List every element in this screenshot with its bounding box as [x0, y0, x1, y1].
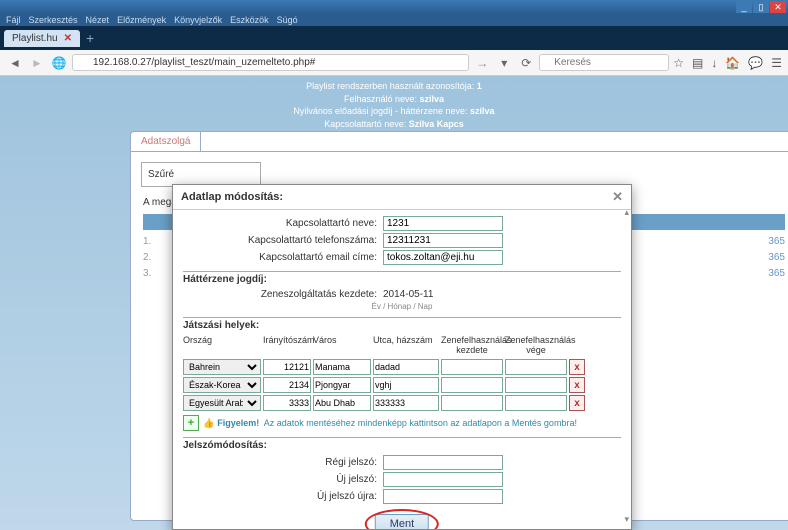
col-street: Utca, házszám	[373, 335, 439, 357]
download-icon[interactable]: ↓	[711, 56, 717, 70]
col-to: Zenefelhasználás vége	[505, 335, 567, 357]
delete-row-button-1[interactable]: x	[569, 377, 585, 393]
contact-phone-label: Kapcsolattartó telefonszáma:	[183, 235, 383, 246]
to-input-0[interactable]	[505, 359, 567, 375]
minimize-button[interactable]: _	[736, 1, 752, 13]
zip-input-0[interactable]	[263, 359, 311, 375]
col-from: Zenefelhasználás kezdete	[441, 335, 503, 357]
new-tab-button[interactable]: +	[86, 30, 94, 46]
menu-bookmarks[interactable]: Könyvjelzők	[174, 15, 222, 25]
zip-input-2[interactable]	[263, 395, 311, 411]
country-select-1[interactable]: Észak-Korea	[183, 377, 261, 393]
contact-name-input[interactable]	[383, 216, 503, 231]
maximize-button[interactable]: ▯	[753, 1, 769, 13]
dropdown-icon[interactable]: ▾	[495, 54, 513, 72]
service-start-label: Zeneszolgáltatás kezdete:	[183, 289, 383, 300]
new-pw-label: Új jelszó:	[183, 474, 383, 485]
from-input-0[interactable]	[441, 359, 503, 375]
password-legend: Jelszómódosítás:	[183, 440, 621, 451]
hamburger-menu-icon[interactable]: ☰	[771, 56, 782, 70]
zip-input-1[interactable]	[263, 377, 311, 393]
save-button[interactable]: Ment	[375, 514, 429, 529]
menu-history[interactable]: Előzmények	[117, 15, 166, 25]
new-pw-input[interactable]	[383, 472, 503, 487]
col-city: Város	[313, 335, 371, 357]
browser-tab-playlist[interactable]: Playlist.hu ✕	[4, 30, 80, 47]
list-icon[interactable]: ▤	[692, 56, 703, 70]
fee-legend: Háttérzene jogdíj:	[183, 274, 621, 285]
modal-title: Adatlap módosítás:	[181, 191, 283, 203]
menubar: Fájl Szerkesztés Nézet Előzmények Könyvj…	[0, 14, 788, 26]
date-format-hint: Év / Hónap / Nap	[183, 302, 621, 311]
to-input-1[interactable]	[505, 377, 567, 393]
country-select-2[interactable]: Egyesült Arab Em	[183, 395, 261, 411]
old-pw-input[interactable]	[383, 455, 503, 470]
add-row-button[interactable]: +	[183, 415, 199, 431]
address-bar: ◄ ► 🌐 → ▾ ⟳ ☆ ▤ ↓ 🏠 💬 ☰	[0, 50, 788, 76]
delete-row-button-2[interactable]: x	[569, 395, 585, 411]
contact-email-input[interactable]	[383, 250, 503, 265]
col-country: Ország	[183, 335, 261, 357]
new-pw-again-input[interactable]	[383, 489, 503, 504]
modal-header: Adatlap módosítás: ✕	[173, 185, 631, 210]
reload-arrow-icon[interactable]: →	[473, 54, 491, 72]
service-start-value: 2014-05-11	[383, 289, 433, 300]
save-warning: + 👍 Figyelem! Az adatok mentéséhez minde…	[183, 415, 621, 431]
menu-view[interactable]: Nézet	[86, 15, 110, 25]
modal-close-icon[interactable]: ✕	[612, 189, 623, 205]
menu-file[interactable]: Fájl	[6, 15, 21, 25]
browser-tabbar: Playlist.hu ✕ +	[0, 26, 788, 50]
reload-button[interactable]: ⟳	[517, 54, 535, 72]
delete-row-button-0[interactable]: x	[569, 359, 585, 375]
street-input-0[interactable]	[373, 359, 439, 375]
country-select-0[interactable]: Bahrein	[183, 359, 261, 375]
locations-legend: Játszási helyek:	[183, 320, 621, 331]
contact-name-label: Kapcsolattartó neve:	[183, 218, 383, 229]
info-banner: Playlist rendszerben használt azonosítój…	[0, 76, 788, 134]
locations-grid: Ország Irányítószám Város Utca, házszám …	[183, 335, 621, 411]
tab-close-icon[interactable]: ✕	[64, 33, 72, 44]
home-icon[interactable]: 🏠	[725, 56, 740, 70]
city-input-2[interactable]	[313, 395, 371, 411]
back-button[interactable]: ◄	[6, 54, 24, 72]
menu-edit[interactable]: Szerkesztés	[29, 15, 78, 25]
from-input-2[interactable]	[441, 395, 503, 411]
search-input[interactable]	[539, 54, 669, 71]
old-pw-label: Régi jelszó:	[183, 457, 383, 468]
from-input-1[interactable]	[441, 377, 503, 393]
tab-adatszolga[interactable]: Adatszolgá	[131, 132, 201, 151]
menu-help[interactable]: Súgó	[277, 15, 298, 25]
contact-phone-input[interactable]	[383, 233, 503, 248]
scroll-down-icon[interactable]: ▾	[624, 514, 629, 525]
col-zip: Irányítószám	[263, 335, 311, 357]
to-input-2[interactable]	[505, 395, 567, 411]
modal-body: Kapcsolattartó neve: Kapcsolattartó tele…	[173, 210, 631, 529]
new-pw-again-label: Új jelszó újra:	[183, 491, 383, 502]
city-input-1[interactable]	[313, 377, 371, 393]
forward-button[interactable]: ►	[28, 54, 46, 72]
globe-icon: 🌐	[50, 54, 68, 72]
edit-modal: Adatlap módosítás: ✕ ▴ Kapcsolattartó ne…	[172, 184, 632, 530]
url-input[interactable]	[72, 54, 469, 71]
thumb-icon: 👍	[203, 418, 214, 429]
star-icon[interactable]: ☆	[673, 56, 684, 70]
street-input-1[interactable]	[373, 377, 439, 393]
contact-email-label: Kapcsolattartó email címe:	[183, 252, 383, 263]
city-input-0[interactable]	[313, 359, 371, 375]
menu-tools[interactable]: Eszközök	[230, 15, 269, 25]
page-content: Playlist rendszerben használt azonosítój…	[0, 76, 788, 530]
tab-label: Playlist.hu	[12, 33, 58, 44]
street-input-2[interactable]	[373, 395, 439, 411]
window-close-button[interactable]: ✕	[770, 1, 786, 13]
window-titlebar: _ ▯ ✕	[0, 0, 788, 14]
chat-icon[interactable]: 💬	[748, 56, 763, 70]
